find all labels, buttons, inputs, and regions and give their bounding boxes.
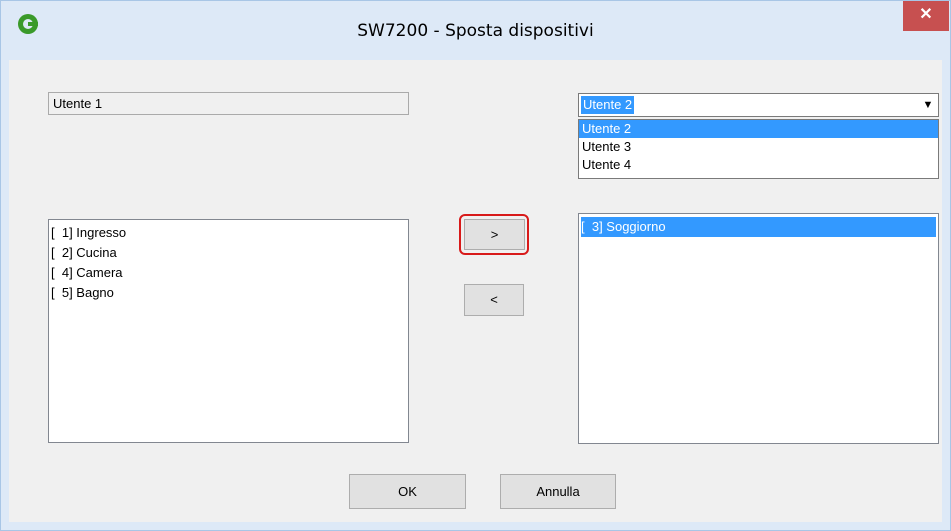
window-frame-left — [1, 60, 9, 530]
target-user-selected-value: Utente 2 — [581, 96, 635, 114]
dropdown-option-utente-4[interactable]: Utente 4 — [579, 156, 938, 174]
window-frame-right — [942, 60, 950, 530]
close-button[interactable]: ✕ — [903, 1, 949, 31]
cancel-button[interactable]: Annulla — [500, 474, 616, 509]
highlight-annotation — [459, 214, 529, 255]
source-user-field: Utente 1 — [48, 92, 409, 115]
target-user-dropdown-list: Utente 2 Utente 3 Utente 4 — [578, 119, 939, 179]
chevron-down-icon[interactable]: ▼ — [918, 94, 938, 116]
list-item[interactable]: [ 5] Bagno — [51, 283, 406, 303]
window-title: SW7200 - Sposta dispositivi — [357, 21, 594, 41]
move-devices-dialog: SW7200 - Sposta dispositivi ✕ Utente 1 U… — [0, 0, 951, 531]
title-bar[interactable]: SW7200 - Sposta dispositivi ✕ — [1, 1, 950, 60]
source-devices-list[interactable]: [ 1] Ingresso [ 2] Cucina [ 4] Camera [ … — [48, 219, 409, 443]
list-item[interactable]: [ 2] Cucina — [51, 243, 406, 263]
list-item[interactable]: [ 4] Camera — [51, 263, 406, 283]
move-left-button[interactable]: < — [464, 284, 524, 316]
window-frame-bottom — [1, 522, 950, 530]
dropdown-option-utente-3[interactable]: Utente 3 — [579, 138, 938, 156]
target-devices-list[interactable]: [ 3] Soggiorno — [578, 213, 939, 444]
ok-button[interactable]: OK — [349, 474, 466, 509]
list-item[interactable]: [ 1] Ingresso — [51, 223, 406, 243]
list-item[interactable]: [ 3] Soggiorno — [581, 217, 936, 237]
dropdown-option-utente-2[interactable]: Utente 2 — [579, 120, 938, 138]
target-user-combobox[interactable]: Utente 2 ▼ — [578, 93, 939, 117]
